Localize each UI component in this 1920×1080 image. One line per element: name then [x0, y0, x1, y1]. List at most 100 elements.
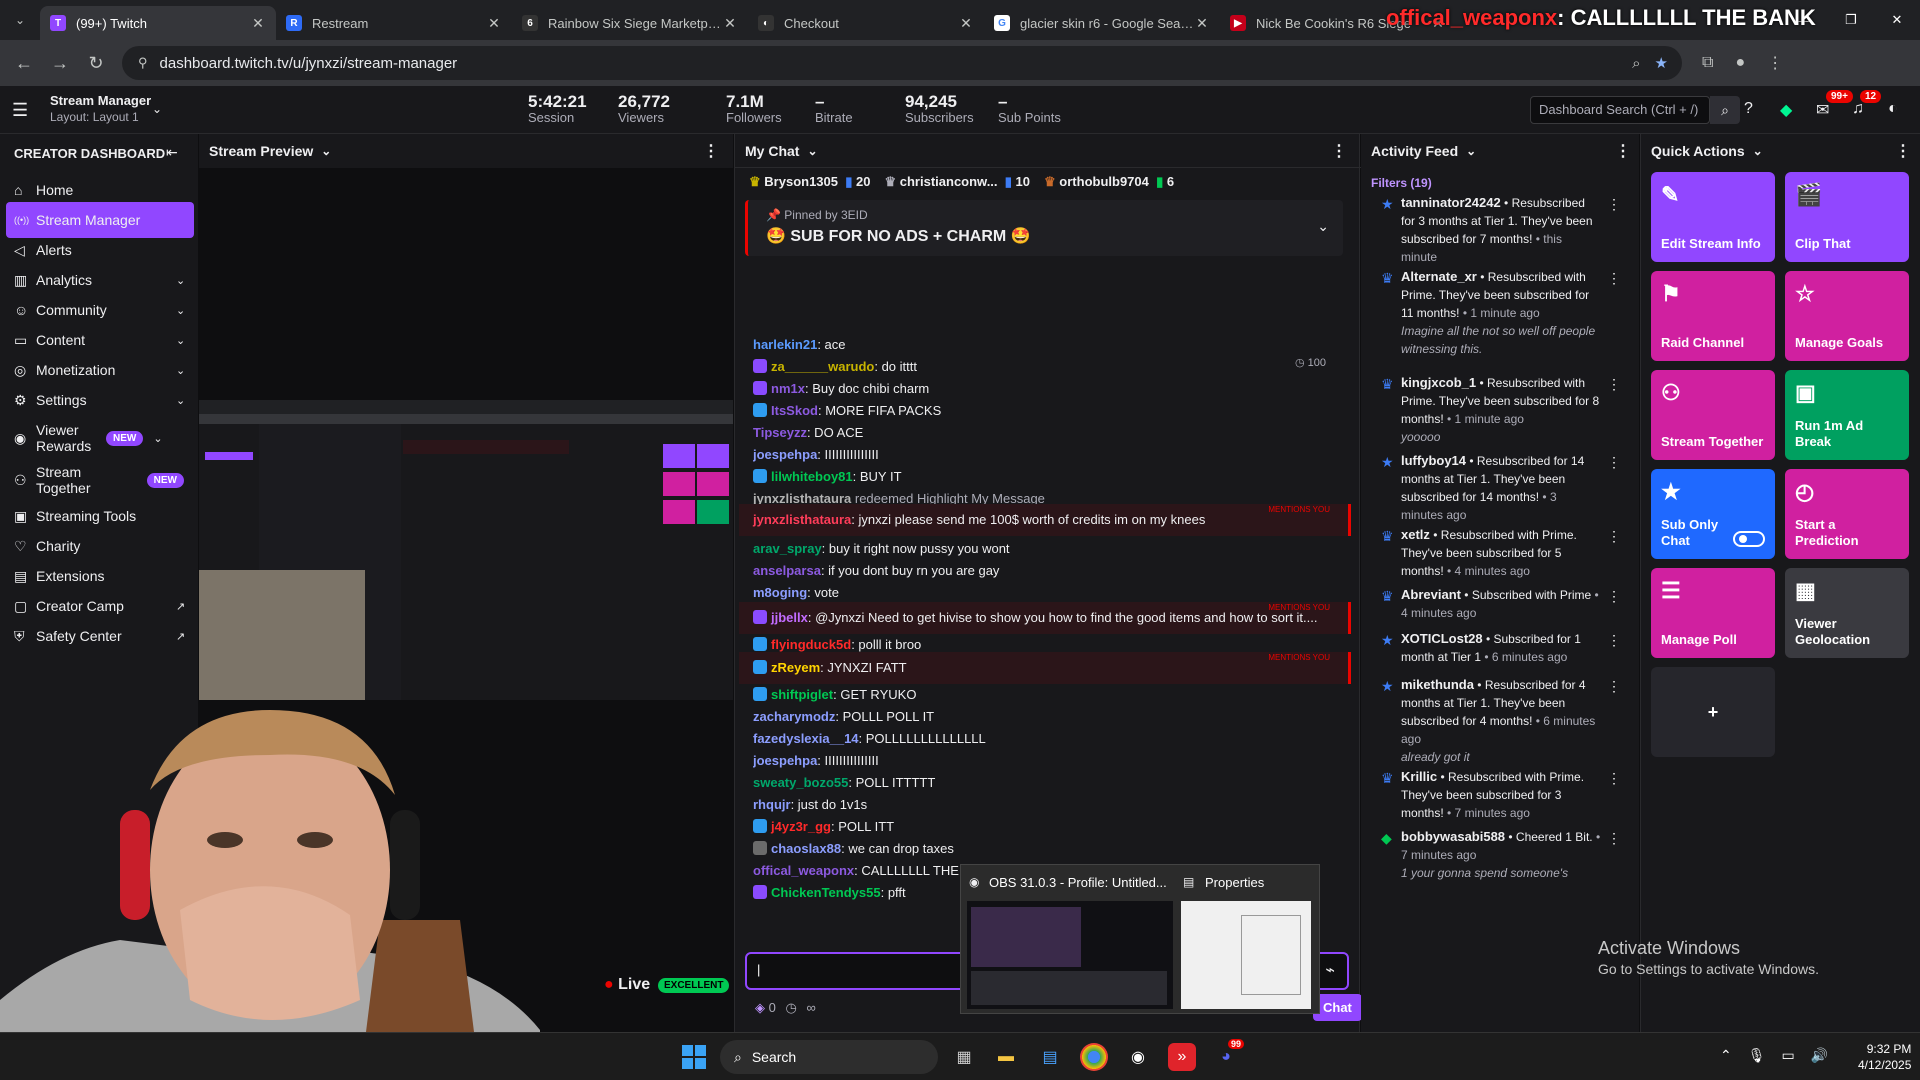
back-icon[interactable]: ← [6, 53, 42, 74]
quick-action-sub-only-chat[interactable]: ★ Sub Only Chat [1651, 469, 1775, 559]
chevron-down-icon[interactable]: ⌄ [176, 394, 194, 407]
chat-message[interactable]: lilwhiteboy81: BUY IT [753, 468, 1343, 486]
chat-username[interactable]: joespehpa [753, 753, 817, 768]
sub-only-toggle[interactable] [1733, 531, 1765, 547]
browser-tab[interactable]: ◐ Checkout ✕ [748, 6, 984, 40]
browser-tab[interactable]: 6 Rainbow Six Siege Marketplace ✕ [512, 6, 748, 40]
close-tab-icon[interactable]: ✕ [722, 15, 738, 32]
timer-icon[interactable]: ◷ [785, 1000, 796, 1015]
activity-item[interactable]: bobbywasabi588 • Cheered 1 Bit. • 7 minu… [1401, 828, 1601, 882]
send-chat-button[interactable]: Chat [1313, 994, 1362, 1021]
more-options-icon[interactable]: ⋮ [1607, 528, 1621, 545]
file-explorer-icon[interactable]: ▬ [992, 1043, 1020, 1071]
bits-icon[interactable]: ◆ [1780, 100, 1792, 120]
chat-username[interactable]: jjbellx [771, 610, 808, 625]
chevron-down-icon[interactable]: ⌄ [1466, 144, 1476, 158]
filters-link[interactable]: Filters (19) [1371, 176, 1432, 190]
chat-message[interactable]: arav_spray: buy it right now pussy you w… [753, 540, 1343, 558]
menu-icon[interactable]: ☰ [12, 100, 34, 121]
reload-icon[interactable]: ↻ [78, 53, 114, 74]
zoom-icon[interactable]: ⌕ [1632, 55, 1640, 72]
chat-message[interactable]: joespehpa: IIIIIIIIIIIIIII [753, 446, 1343, 464]
chat-message[interactable]: rhqujr: just do 1v1s [753, 796, 1343, 814]
browser-menu-icon[interactable]: ⋮ [1767, 53, 1783, 73]
more-options-icon[interactable]: ⋮ [1331, 141, 1347, 161]
chat-username[interactable]: jynxzlisthataura [753, 512, 851, 527]
activity-item[interactable]: Krillic • Resubscribed with Prime. They'… [1401, 768, 1601, 822]
quick-action-manage-poll[interactable]: ☰ Manage Poll [1651, 568, 1775, 658]
profile-icon[interactable]: ● [1735, 54, 1745, 72]
activity-item[interactable]: mikethunda • Resubscribed for 4 months a… [1401, 676, 1601, 766]
layout-selector[interactable]: Layout: Layout 1 [50, 110, 139, 124]
more-options-icon[interactable]: ⋮ [1615, 141, 1631, 161]
quick-action-raid-channel[interactable]: ⚑ Raid Channel [1651, 271, 1775, 361]
external-link-icon[interactable]: ↗ [176, 630, 194, 643]
notifications-icon[interactable]: ♫ [1852, 100, 1864, 118]
help-icon[interactable]: ? [1744, 100, 1753, 118]
emote-picker-icon[interactable]: ⌁ [1325, 960, 1335, 980]
obs-thumbnail[interactable] [967, 901, 1173, 1009]
close-tab-icon[interactable]: ✕ [486, 15, 502, 32]
gifter-entry[interactable]: ♛ christianconw... ▮ 10 [884, 174, 1030, 190]
gifter-entry[interactable]: ♛ orthobulb9704 ▮ 6 [1044, 174, 1174, 190]
chat-message[interactable]: jjbellx: @Jynxzi Need to get hivise to s… [739, 602, 1351, 634]
sidebar-item-stream-together[interactable]: ⚇ Stream Together NEW [6, 458, 194, 502]
chevron-down-icon[interactable]: ⌄ [807, 144, 817, 158]
chevron-down-icon[interactable]: ⌄ [176, 364, 194, 377]
close-window-icon[interactable]: ✕ [1874, 12, 1920, 28]
activity-item[interactable]: tanninator24242 • Resubscribed for 3 mon… [1401, 194, 1601, 266]
chat-username[interactable]: offical_weaponx [753, 863, 854, 878]
more-options-icon[interactable]: ⋮ [1607, 270, 1621, 287]
quick-action-clip-that[interactable]: 🎬 Clip That [1785, 172, 1909, 262]
chat-message[interactable]: zReyem: JYNXZI FATT MENTIONS YOU [739, 652, 1351, 684]
avatar[interactable]: ◐ [1888, 100, 1898, 118]
chevron-down-icon[interactable]: ⌄ [1317, 218, 1329, 235]
chat-username[interactable]: lilwhiteboy81 [771, 469, 853, 484]
chevron-down-icon[interactable]: ⌄ [1753, 144, 1763, 158]
chat-username[interactable]: ChickenTendys55 [771, 885, 881, 900]
chevron-down-icon[interactable]: ⌄ [152, 102, 162, 116]
chevron-down-icon[interactable]: ⌄ [176, 334, 194, 347]
infinity-icon[interactable]: ∞ [806, 1000, 815, 1015]
chat-message[interactable]: fazedyslexia__14: POLLLLLLLLLLLLLL [753, 730, 1343, 748]
add-quick-action-button[interactable]: + [1651, 667, 1775, 757]
chat-username[interactable]: rhqujr [753, 797, 791, 812]
activity-item[interactable]: kingjxcob_1 • Resubscribed with Prime. T… [1401, 374, 1601, 446]
more-options-icon[interactable]: ⋮ [1607, 588, 1621, 605]
obs-taskbar-icon[interactable]: ◉ [1124, 1043, 1152, 1071]
activity-item[interactable]: Alternate_xr • Resubscribed with Prime. … [1401, 268, 1601, 358]
site-info-icon[interactable]: ⚲ [138, 55, 148, 71]
chat-message[interactable]: chaoslax88: we can drop taxes [753, 840, 1343, 858]
chat-message[interactable]: zacharymodz: POLLL POLL IT [753, 708, 1343, 726]
activity-item[interactable]: xetlz • Resubscribed with Prime. They've… [1401, 526, 1601, 580]
more-options-icon[interactable]: ⋮ [1607, 196, 1621, 213]
chat-username[interactable]: sweaty_bozo55 [753, 775, 848, 790]
more-options-icon[interactable]: ⋮ [1895, 141, 1911, 161]
chat-username[interactable]: flyingduck5d [771, 637, 851, 652]
chat-message[interactable]: anselparsa: if you dont buy rn you are g… [753, 562, 1343, 580]
chevron-down-icon[interactable]: ⌄ [153, 432, 171, 445]
chat-message[interactable]: nm1x: Buy doc chibi charm [753, 380, 1343, 398]
sidebar-item-viewer-rewards[interactable]: ◉ Viewer Rewards NEW ⌄ [6, 416, 194, 460]
chat-username[interactable]: anselparsa [753, 563, 821, 578]
stream-preview-video[interactable] [199, 400, 733, 700]
browser-tab[interactable]: Gglacier skin r6 - Google Search ✕ [984, 6, 1220, 40]
tray-overflow-icon[interactable]: ⌃ [1720, 1047, 1732, 1064]
chat-message[interactable]: m8oging: vote [753, 584, 1343, 602]
chat-message[interactable]: sweaty_bozo55: POLL ITTTTT [753, 774, 1343, 792]
browser-tab[interactable]: T (99+) Twitch ✕ [40, 6, 276, 40]
task-view-icon[interactable]: ▦ [950, 1043, 978, 1071]
chat-message[interactable]: Tipseyzz: DO ACE [753, 424, 1343, 442]
chat-message[interactable]: ItsSkod: MORE FIFA PACKS [753, 402, 1343, 420]
sidebar-item-safety-center[interactable]: ⛨ Safety Center ↗ [6, 618, 194, 654]
extensions-icon[interactable]: ⧉ [1702, 54, 1713, 72]
chat-username[interactable]: shiftpiglet [771, 687, 833, 702]
chat-message[interactable]: za______warudo: do itttt [753, 358, 1343, 376]
chat-username[interactable]: chaoslax88 [771, 841, 841, 856]
external-link-icon[interactable]: ↗ [176, 600, 194, 613]
store-icon[interactable]: ▤ [1036, 1043, 1064, 1071]
tab-search-icon[interactable]: ⌄ [0, 0, 40, 40]
chevron-down-icon[interactable]: ⌄ [176, 274, 194, 287]
more-options-icon[interactable]: ⋮ [1607, 632, 1621, 649]
more-options-icon[interactable]: ⋮ [1607, 454, 1621, 471]
